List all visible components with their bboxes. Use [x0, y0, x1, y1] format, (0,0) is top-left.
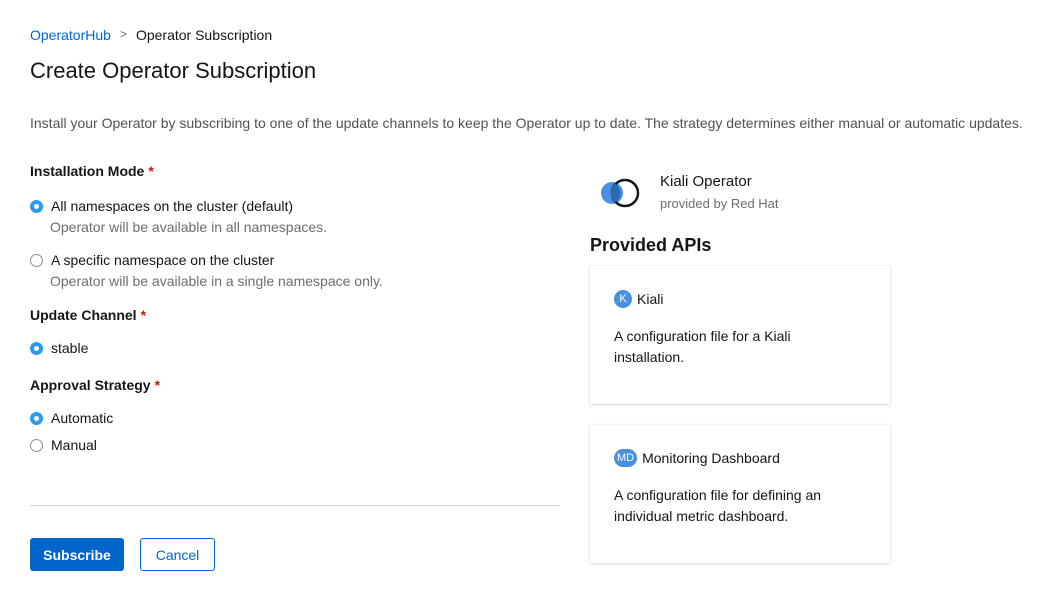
breadcrumb-current: Operator Subscription [135, 27, 273, 43]
update-channel-label: Update Channel * [30, 307, 147, 323]
radio-label: Manual [51, 437, 97, 453]
operator-provider: provided by Red Hat [660, 196, 779, 211]
radio-button-checked[interactable] [30, 341, 43, 355]
radio-stable[interactable]: stable [30, 340, 560, 356]
provided-apis-title: Provided APIs [590, 235, 712, 255]
operator-name: Kiali Operator [660, 173, 752, 190]
kiali-logo-icon [598, 176, 642, 212]
required-marker: * [154, 377, 161, 393]
radio-manual[interactable]: Manual [30, 437, 560, 453]
api-card-kiali: K Kiali A configuration file for a Kiali… [590, 266, 890, 404]
required-marker: * [148, 163, 154, 179]
radio-help-text: Operator will be available in a single n… [50, 273, 383, 289]
radio-label: stable [51, 340, 89, 356]
api-description: A configuration file for defining an ind… [614, 487, 822, 524]
cancel-button[interactable]: Cancel [140, 538, 215, 571]
radio-button-unchecked[interactable] [30, 253, 43, 267]
radio-automatic[interactable]: Automatic [30, 410, 560, 426]
radio-all-namespaces[interactable]: All namespaces on the cluster (default) [30, 198, 560, 214]
radio-help-text: Operator will be available in all namesp… [50, 219, 328, 235]
radio-button-checked[interactable] [30, 411, 43, 425]
page-title: Create Operator Subscription [30, 58, 317, 83]
approval-strategy-label: Approval Strategy * [30, 377, 161, 393]
form-divider [30, 505, 560, 506]
radio-label: All namespaces on the cluster (default) [51, 198, 294, 214]
api-badge-icon: K [614, 290, 632, 308]
radio-label: A specific namespace on the cluster [51, 252, 275, 268]
breadcrumb-separator-icon: > [119, 27, 127, 41]
api-card-header: MD Monitoring Dashboard [614, 449, 780, 467]
required-marker: * [140, 307, 147, 323]
subscription-form: Installation Mode * All namespaces on the… [30, 160, 560, 453]
breadcrumb-link-operatorhub[interactable]: OperatorHub [30, 27, 111, 43]
page-description: Install your Operator by subscribing to … [30, 115, 1023, 131]
api-card-header: K Kiali [614, 290, 663, 308]
breadcrumb: OperatorHub > Operator Subscription [30, 27, 272, 43]
api-badge-icon: MD [614, 449, 638, 467]
api-name: Monitoring Dashboard [642, 450, 780, 466]
installation-mode-label: Installation Mode * [30, 163, 154, 179]
api-description: A configuration file for a Kiali install… [614, 328, 791, 365]
subscribe-button[interactable]: Subscribe [30, 538, 124, 571]
radio-label: Automatic [51, 410, 114, 426]
radio-specific-namespace[interactable]: A specific namespace on the cluster [30, 252, 560, 268]
api-name: Kiali [637, 291, 664, 307]
radio-button-checked[interactable] [30, 199, 43, 213]
radio-button-unchecked[interactable] [30, 438, 43, 452]
api-card-monitoring-dashboard: MD Monitoring Dashboard A configuration … [590, 425, 890, 563]
